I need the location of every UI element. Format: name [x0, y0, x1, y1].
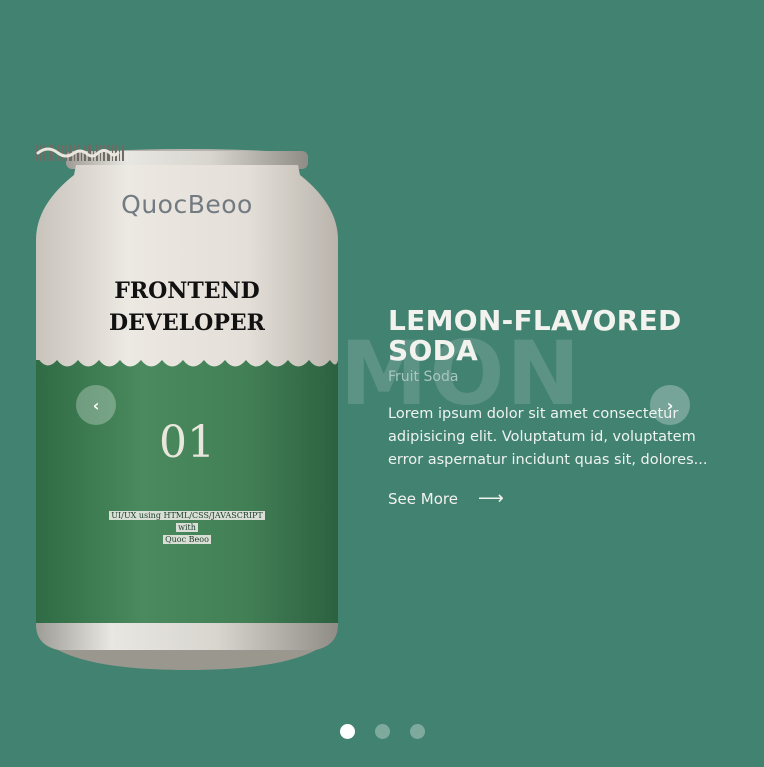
slider: MON QuocBeoo FRONTEND DEVELOPER 01 UI/UX… [0, 0, 764, 767]
can-brand: QuocBeoo [121, 190, 253, 219]
pagination [340, 724, 425, 739]
slide-content: LEMON-FLAVORED SODA Fruit Soda Lorem ips… [388, 304, 728, 510]
can-title-line2: DEVELOPER [109, 310, 265, 336]
chevron-left-icon: ‹ [92, 395, 100, 415]
pagination-dot-3[interactable] [410, 724, 425, 739]
product-subtitle: Fruit Soda [388, 369, 459, 385]
can-title-line1: FRONTEND [114, 278, 260, 304]
pagination-dot-1[interactable] [340, 724, 355, 739]
pagination-dot-2[interactable] [375, 724, 390, 739]
squiggle-icon [36, 147, 120, 158]
can-credits-line3: Quoc Beoo [163, 535, 211, 544]
arrow-right-icon: ⟶ [477, 488, 504, 509]
can-title: FRONTEND DEVELOPER [36, 275, 338, 339]
see-more-button[interactable]: See More ⟶ [388, 488, 504, 509]
can-credits: UI/UX using HTML/CSS/JAVASCRIPT with Quo… [36, 510, 338, 546]
product-title: LEMON-FLAVORED SODA [388, 304, 682, 367]
can-number: 01 [159, 417, 215, 468]
can-credits-line1: UI/UX using HTML/CSS/JAVASCRIPT [109, 511, 265, 520]
prev-button[interactable]: ‹ [76, 385, 116, 425]
product-description: Lorem ipsum dolor sit amet consectetur a… [388, 406, 708, 468]
can-credits-line2: with [176, 523, 198, 532]
see-more-label: See More [388, 489, 458, 508]
